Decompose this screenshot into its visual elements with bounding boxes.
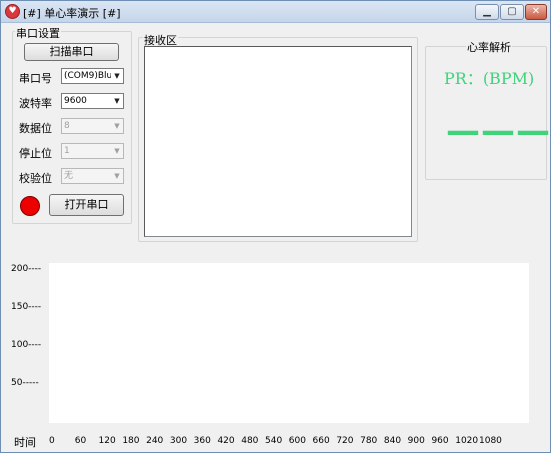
port-select-value: (COM9)Blu: [64, 71, 113, 81]
close-button[interactable]: ✕: [525, 4, 547, 20]
databits-select[interactable]: 8 ▼: [61, 118, 124, 134]
x-tick-label: 840: [383, 436, 402, 446]
waveform-plot-area: [49, 263, 529, 423]
x-tick-label: 1020: [455, 436, 479, 446]
x-tick-label: 720: [336, 436, 354, 446]
x-tick-label: 960: [431, 436, 449, 446]
receive-textarea[interactable]: [144, 46, 412, 237]
x-tick-label: 660: [312, 436, 330, 446]
heart-icon[interactable]: ♥: [5, 4, 20, 19]
scan-port-button[interactable]: 扫描串口: [24, 43, 119, 61]
port-select[interactable]: (COM9)Blu ▼: [61, 68, 124, 84]
x-tick-label: 540: [265, 436, 283, 446]
y-tick-label: 100----: [11, 340, 42, 350]
x-tick-label: 1080: [479, 436, 502, 446]
baud-label: 波特率: [19, 97, 52, 110]
databits-label: 数据位: [19, 122, 52, 135]
baud-select[interactable]: 9600 ▼: [61, 93, 124, 109]
x-tick-label: 900: [407, 436, 425, 446]
x-tick-label: 0: [49, 436, 55, 446]
x-tick-label: 120: [98, 436, 116, 446]
x-tick-label: 780: [360, 436, 378, 446]
stopbits-select[interactable]: 1 ▼: [61, 143, 124, 159]
y-tick-label: 50-----: [11, 378, 39, 388]
x-tick-label: 360: [193, 436, 211, 446]
x-tick-label: 180: [122, 436, 140, 446]
x-tick-label: 240: [146, 436, 164, 446]
y-tick-label: 200----: [11, 264, 42, 274]
minimize-button[interactable]: ▁: [475, 4, 499, 20]
maximize-button[interactable]: ▢: [500, 4, 524, 20]
chevron-down-icon: ▼: [111, 94, 123, 108]
x-tick-label: 480: [241, 436, 259, 446]
chevron-down-icon: ▼: [111, 69, 123, 83]
app-window: ♥ [#] 单心率演示 [#] ▁ ▢ ✕ 串口设置 扫描串口 串口号 (COM…: [0, 0, 551, 453]
window-title: [#] 单心率演示 [#]: [23, 7, 121, 20]
x-axis-label: 时间: [14, 436, 36, 449]
serial-settings-legend: 串口设置: [15, 25, 61, 41]
bpm-value: ———: [446, 111, 551, 151]
heart-rate-legend: 心率解析: [466, 39, 512, 55]
stopbits-label: 停止位: [19, 147, 52, 160]
parity-select[interactable]: 无 ▼: [61, 168, 124, 184]
baud-select-value: 9600: [64, 96, 87, 106]
x-tick-label: 420: [217, 436, 235, 446]
chevron-down-icon: ▼: [111, 169, 123, 183]
open-port-button[interactable]: 打开串口: [49, 194, 124, 216]
chevron-down-icon: ▼: [111, 119, 123, 133]
parity-select-value: 无: [64, 171, 74, 181]
x-tick-label: 600: [288, 436, 306, 446]
chevron-down-icon: ▼: [111, 144, 123, 158]
x-tick-label: 300: [169, 436, 188, 446]
stopbits-select-value: 1: [64, 146, 70, 156]
connection-status-indicator: [20, 196, 40, 216]
port-label: 串口号: [19, 72, 52, 85]
pr-label: PR：(BPM): [444, 69, 535, 88]
databits-select-value: 8: [64, 121, 70, 131]
x-tick-label: 60: [74, 436, 87, 446]
y-tick-label: 150----: [11, 302, 42, 312]
parity-label: 校验位: [19, 172, 52, 185]
title-bar[interactable]: ♥ [#] 单心率演示 [#] ▁ ▢ ✕: [1, 1, 550, 23]
